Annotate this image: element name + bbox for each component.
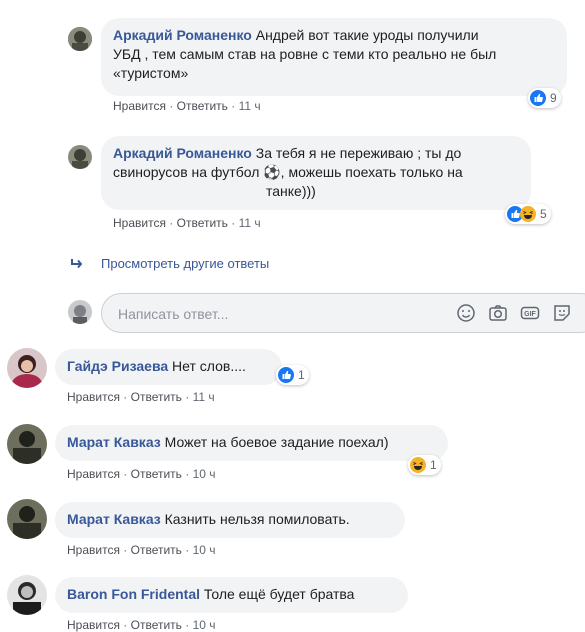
comment-bubble: Аркадий Романенко За тебя я не переживаю…: [101, 136, 531, 210]
comment-bubble: Гайдэ Ризаева Нет слов....: [55, 349, 282, 385]
user-photo-icon: [68, 300, 92, 324]
user-photo-icon: [68, 27, 92, 51]
comment-bubble: Марат Кавказ Казнить нельзя помиловать.: [55, 502, 405, 538]
reaction-summary[interactable]: 9: [528, 88, 561, 108]
like-link[interactable]: Нравится: [113, 216, 166, 230]
reply-link[interactable]: Ответить: [131, 390, 182, 404]
reply-link[interactable]: Ответить: [177, 216, 228, 230]
reaction-summary[interactable]: 5: [505, 204, 551, 224]
avatar[interactable]: [7, 348, 47, 388]
like-link[interactable]: Нравится: [67, 543, 120, 557]
gif-icon[interactable]: GIF: [520, 303, 540, 323]
comment-bubble: Марат Кавказ Может на боевое задание пое…: [55, 425, 448, 461]
user-photo-icon: [7, 575, 47, 615]
comment-time[interactable]: 10 ч: [193, 543, 216, 557]
comment-text: За тебя я не переживаю ; ты до: [255, 145, 462, 161]
comment-actions: Нравится · Ответить · 10 ч: [67, 543, 216, 557]
comment-author[interactable]: Аркадий Романенко: [113, 145, 252, 161]
reaction-count: 9: [550, 91, 557, 105]
comment-time[interactable]: 11 ч: [193, 390, 215, 404]
reaction-count: 5: [540, 207, 547, 221]
user-photo-icon: [7, 424, 47, 464]
reply-composer[interactable]: GIF: [101, 293, 585, 333]
reply-arrow-icon: [71, 258, 83, 268]
avatar[interactable]: [7, 575, 47, 615]
reaction-summary[interactable]: 1: [408, 455, 441, 475]
like-icon: [530, 90, 546, 106]
comment-time[interactable]: 11 ч: [239, 99, 261, 113]
comment-author[interactable]: Марат Кавказ: [67, 434, 161, 450]
user-photo-icon: [7, 499, 47, 539]
sticker-icon[interactable]: [552, 303, 572, 323]
camera-icon[interactable]: [488, 303, 508, 323]
view-more-replies[interactable]: Просмотреть другие ответы: [70, 256, 269, 271]
comment-actions: Нравится · Ответить · 10 ч: [67, 467, 216, 481]
comment-author[interactable]: Гайдэ Ризаева: [67, 358, 168, 374]
avatar[interactable]: [7, 424, 47, 464]
avatar[interactable]: [7, 499, 47, 539]
comment-time[interactable]: 10 ч: [193, 467, 216, 481]
comment-actions: Нравится · Ответить · 11 ч: [67, 390, 215, 404]
comment-actions: Нравится · Ответить · 11 ч: [113, 216, 261, 230]
reaction-summary[interactable]: 1: [276, 365, 309, 385]
comment-actions: Нравится · Ответить · 11 ч: [113, 99, 261, 113]
comment-author[interactable]: Марат Кавказ: [67, 511, 161, 527]
haha-icon: [410, 457, 426, 473]
reply-link[interactable]: Ответить: [177, 99, 228, 113]
like-link[interactable]: Нравится: [67, 390, 120, 404]
reply-link[interactable]: Ответить: [131, 543, 182, 557]
comment-time[interactable]: 11 ч: [239, 216, 261, 230]
emoji-icon[interactable]: [456, 303, 476, 323]
user-photo-icon: [7, 348, 47, 388]
avatar[interactable]: [68, 145, 92, 169]
comment-bubble: Аркадий Романенко Андрей вот такие уроды…: [101, 18, 567, 96]
reply-link[interactable]: Ответить: [131, 467, 182, 481]
comment-author[interactable]: Baron Fon Fridental: [67, 586, 200, 602]
haha-icon: [520, 206, 536, 222]
composer-icons: GIF: [456, 303, 572, 323]
comment-text: Андрей вот такие уроды получили: [255, 27, 479, 43]
reaction-count: 1: [298, 368, 305, 382]
comment-text: УБД , тем самым став на ровне с теми кто…: [113, 46, 497, 62]
comment-text: танке))): [266, 183, 316, 199]
user-photo-icon: [68, 145, 92, 169]
like-link[interactable]: Нравится: [67, 467, 120, 481]
comment-text: свинорусов на футбол ⚽, можешь поехать т…: [113, 164, 463, 180]
comment-bubble: Baron Fon Fridental Толе ещё будет братв…: [55, 577, 408, 613]
like-icon: [278, 367, 294, 383]
comment-text: Казнить нельзя помиловать.: [164, 511, 350, 527]
svg-text:GIF: GIF: [524, 311, 536, 318]
current-user-avatar: [68, 300, 92, 324]
comment-text: Нет слов....: [172, 358, 246, 374]
comment-text: Может на боевое задание поехал): [164, 434, 389, 450]
view-more-replies-label: Просмотреть другие ответы: [101, 256, 270, 271]
comment-author[interactable]: Аркадий Романенко: [113, 27, 252, 43]
reply-input[interactable]: [116, 303, 440, 325]
avatar[interactable]: [68, 27, 92, 51]
like-link[interactable]: Нравится: [113, 99, 166, 113]
reaction-count: 1: [430, 458, 437, 472]
comment-text: «туристом»: [113, 65, 189, 81]
comment-text: Толе ещё будет братва: [203, 586, 355, 602]
